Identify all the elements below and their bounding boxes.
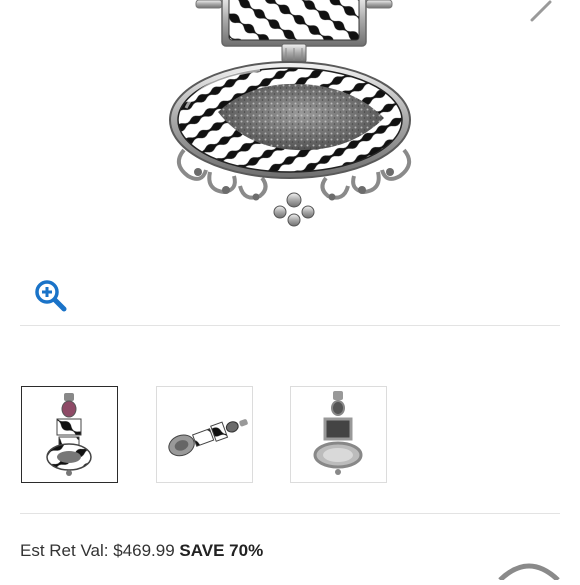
- est-ret-label: Est Ret Val:: [20, 541, 109, 560]
- zoom-button[interactable]: [34, 279, 68, 313]
- chevron-right-icon: [530, 0, 552, 22]
- est-ret-value: $469.99: [113, 541, 175, 560]
- thumbnail-front-image: [46, 393, 92, 476]
- chat-button[interactable]: [494, 562, 564, 582]
- zoom-in-icon: [35, 280, 67, 312]
- thumbnail-gemstone-view[interactable]: [290, 386, 387, 483]
- thumbnail-side-image: [168, 419, 248, 457]
- price-line: Est Ret Val: $469.99 SAVE 70%: [20, 541, 263, 561]
- pendant-illustration: [169, 0, 412, 227]
- thumbnail-front-view[interactable]: [21, 386, 118, 483]
- thumbnail-side-view[interactable]: [156, 386, 253, 483]
- main-product-image[interactable]: [0, 0, 580, 260]
- chat-icon: [498, 563, 560, 582]
- next-image-button[interactable]: [528, 0, 562, 22]
- save-percentage: SAVE 70%: [179, 541, 264, 560]
- divider: [20, 513, 560, 514]
- thumbnail-gemstone-image: [313, 391, 363, 475]
- divider: [20, 325, 560, 326]
